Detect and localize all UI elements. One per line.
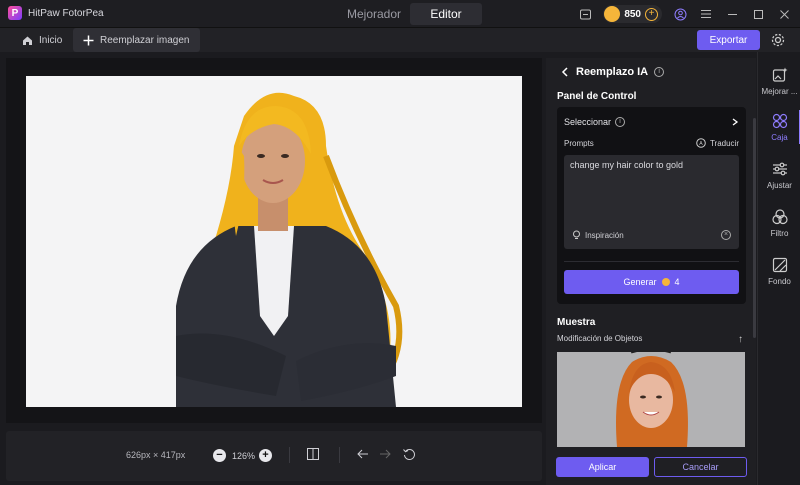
prompts-row: Prompts A Traducir	[564, 138, 739, 148]
undo-icon[interactable]	[356, 447, 372, 463]
nav-label: Ajustar	[767, 180, 792, 190]
control-panel-title: Panel de Control	[557, 91, 637, 102]
compare-icon[interactable]	[306, 447, 322, 463]
replace-image-label: Reemplazar imagen	[100, 34, 190, 46]
coin-icon	[604, 6, 621, 22]
edited-photo[interactable]	[26, 76, 522, 407]
zoom-level: 126%	[232, 451, 256, 461]
nav-label: Mejorar ...	[761, 86, 798, 96]
prompt-text[interactable]: change my hair color to gold	[570, 160, 683, 170]
divider	[564, 261, 739, 262]
generate-label: Generar	[623, 277, 657, 287]
prompt-textarea[interactable]: change my hair color to gold Inspiración…	[564, 155, 739, 249]
sample-image[interactable]	[557, 352, 745, 447]
sliders-icon	[772, 162, 787, 175]
inspiration-label: Inspiración	[585, 230, 624, 240]
translate-icon: A	[696, 138, 706, 148]
divider	[339, 447, 340, 463]
inspiration-button[interactable]: Inspiración	[572, 230, 624, 240]
cancel-button[interactable]: Cancelar	[654, 457, 747, 477]
home-button[interactable]: Inicio	[12, 28, 72, 52]
divider	[289, 447, 290, 463]
notification-icon[interactable]	[577, 6, 593, 22]
chevron-right-icon	[732, 118, 739, 126]
export-button[interactable]: Exportar	[697, 30, 760, 50]
control-box: Seleccionar i Prompts A Traducir change …	[557, 107, 746, 304]
credits-value: 850	[624, 8, 641, 20]
generate-button[interactable]: Generar 4	[564, 270, 739, 294]
gear-icon[interactable]	[770, 32, 786, 48]
nav-item-filtro[interactable]: Filtro	[758, 200, 800, 246]
menu-icon[interactable]	[698, 6, 714, 22]
panel-title: Reemplazo IA	[576, 66, 649, 78]
panel-header: Reemplazo IA i	[560, 66, 665, 78]
maximize-icon[interactable]	[750, 6, 766, 22]
translate-button[interactable]: A Traducir	[696, 138, 739, 148]
account-icon[interactable]	[672, 6, 688, 22]
overlap-circles-icon	[771, 208, 788, 224]
nav-item-fondo[interactable]: Fondo	[758, 248, 800, 294]
nav-label: Caja	[771, 132, 788, 142]
canvas-bottom-bar: 626px × 417px − 126% +	[6, 431, 542, 481]
toolbar: Inicio Reemplazar imagen Exportar	[0, 28, 800, 52]
nav-item-ajustar[interactable]: Ajustar	[758, 152, 800, 198]
info-icon[interactable]: i	[654, 67, 665, 77]
canvas-area[interactable]	[6, 58, 542, 423]
nav-item-mejorar[interactable]: Mejorar ...	[758, 58, 800, 104]
sample-subtitle: Modificación de Objetos	[557, 334, 643, 343]
clear-prompt-icon[interactable]: ×	[721, 230, 731, 240]
home-label: Inicio	[39, 34, 63, 46]
titlebar-controls: 850 +	[577, 5, 792, 23]
select-label: Seleccionar	[564, 117, 612, 127]
background-icon	[772, 257, 787, 272]
lightbulb-icon	[573, 230, 580, 239]
image-dimensions: 626px × 417px	[126, 450, 186, 460]
info-icon[interactable]: i	[615, 117, 626, 127]
svg-text:A: A	[699, 141, 703, 147]
minimize-icon[interactable]	[724, 6, 740, 22]
grid-circles-icon	[772, 113, 787, 128]
close-icon[interactable]	[776, 6, 792, 22]
tab-mejorador[interactable]: Mejorador	[338, 3, 410, 25]
sparkle-image-icon	[772, 67, 787, 82]
reset-icon[interactable]	[402, 447, 418, 463]
app-name: HitPaw FotorPea	[28, 7, 104, 19]
nav-label: Filtro	[770, 228, 789, 238]
zoom-out-button[interactable]: −	[213, 449, 226, 462]
coin-icon	[661, 278, 670, 286]
redo-icon[interactable]	[378, 447, 394, 463]
panel-scrollbar[interactable]	[753, 118, 756, 338]
sample-title: Muestra	[557, 317, 596, 328]
home-icon	[23, 36, 32, 45]
arrow-up-icon[interactable]: ↑	[738, 334, 743, 345]
side-nav: Mejorar ... Caja Ajustar Filtro Fondo	[757, 52, 800, 485]
back-arrow-icon[interactable]	[560, 67, 570, 77]
zoom-in-button[interactable]: +	[259, 449, 272, 462]
title-bar: P HitPaw FotorPea Mejorador Editor 850 +	[0, 0, 800, 28]
ai-replace-panel: Reemplazo IA i Panel de Control Seleccio…	[546, 58, 756, 485]
plus-icon	[83, 35, 94, 45]
nav-label: Fondo	[768, 276, 791, 286]
credits-badge[interactable]: 850 +	[603, 5, 662, 23]
generate-cost: 4	[674, 277, 680, 287]
nav-item-caja[interactable]: Caja	[758, 104, 800, 150]
prompts-label: Prompts	[564, 138, 594, 148]
apply-button[interactable]: Aplicar	[556, 457, 649, 477]
app-brand: P HitPaw FotorPea	[8, 6, 104, 20]
add-credits-icon[interactable]: +	[645, 7, 658, 21]
tab-editor[interactable]: Editor	[410, 3, 482, 25]
select-row[interactable]: Seleccionar i	[564, 117, 739, 127]
replace-image-button[interactable]: Reemplazar imagen	[73, 28, 200, 52]
translate-label: Traducir	[709, 138, 739, 148]
mode-tabs: Mejorador Editor	[338, 3, 482, 25]
app-logo-icon: P	[8, 6, 22, 20]
